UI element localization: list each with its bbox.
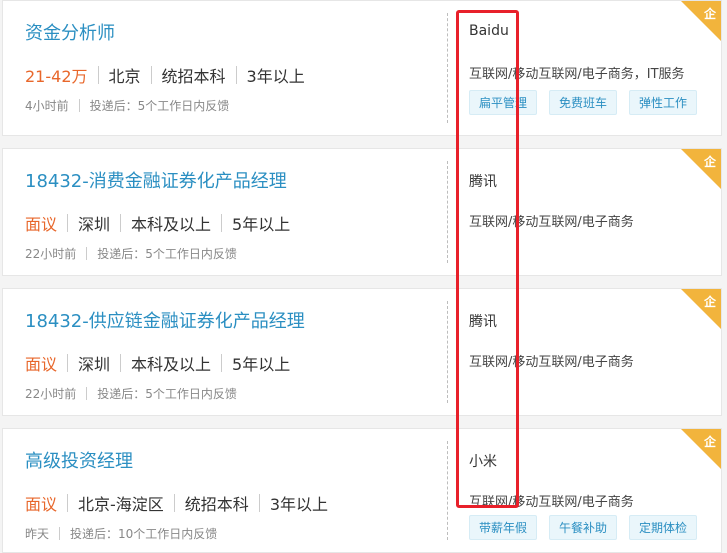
dashed-divider bbox=[447, 441, 448, 540]
benefit-tag: 弹性工作 bbox=[629, 90, 698, 115]
industry: 互联网/移动互联网/电子商务 bbox=[469, 215, 634, 230]
job-card[interactable]: 资金分析师 21-42万 北京 统招本科 3年以上 4小时前 投递后：5个工作日… bbox=[2, 0, 722, 136]
job-footer: 22小时前 投递后：5个工作日内反馈 bbox=[25, 385, 237, 402]
benefit-tag: 带薪年假 bbox=[469, 515, 538, 540]
city: 深圳 bbox=[78, 355, 111, 374]
posted-time: 22小时前 bbox=[25, 247, 77, 261]
education: 本科及以上 bbox=[131, 355, 212, 374]
meta-separator bbox=[150, 66, 152, 84]
enterprise-badge-label: 企 bbox=[703, 7, 716, 21]
enterprise-badge-label: 企 bbox=[703, 435, 716, 449]
job-title-link[interactable]: 18432-供应链金融证券化产品经理 bbox=[25, 307, 305, 333]
benefit-tags: 带薪年假 午餐补助 定期体检 bbox=[469, 515, 709, 540]
meta-separator bbox=[221, 214, 223, 232]
benefit-tag: 扁平管理 bbox=[469, 90, 538, 115]
meta-separator bbox=[97, 66, 99, 84]
benefit-tag: 定期体检 bbox=[629, 515, 698, 540]
job-card[interactable]: 18432-供应链金融证券化产品经理 面议 深圳 本科及以上 5年以上 22小时… bbox=[2, 288, 722, 416]
city: 北京 bbox=[108, 67, 141, 86]
benefit-tag: 午餐补助 bbox=[549, 515, 618, 540]
salary: 面议 bbox=[25, 355, 58, 374]
job-card[interactable]: 18432-消费金融证券化产品经理 面议 深圳 本科及以上 5年以上 22小时前… bbox=[2, 148, 722, 276]
meta-separator bbox=[67, 354, 69, 372]
industry: 互联网/移动互联网/电子商务 bbox=[469, 495, 634, 510]
education: 本科及以上 bbox=[131, 215, 212, 234]
benefit-tags: 扁平管理 免费班车 弹性工作 bbox=[469, 90, 709, 115]
industry: 互联网/移动互联网/电子商务 bbox=[469, 355, 634, 370]
meta-separator bbox=[173, 494, 175, 512]
feedback-note: 投递后：5个工作日内反馈 bbox=[89, 99, 230, 113]
meta-separator bbox=[67, 494, 69, 512]
job-meta: 面议 北京-海淀区 统招本科 3年以上 bbox=[25, 491, 328, 515]
experience: 5年以上 bbox=[232, 355, 291, 374]
company-name[interactable]: 腾讯 bbox=[469, 171, 497, 191]
city: 北京-海淀区 bbox=[78, 495, 164, 514]
meta-separator bbox=[258, 494, 260, 512]
job-meta: 面议 深圳 本科及以上 5年以上 bbox=[25, 351, 290, 375]
job-footer: 4小时前 投递后：5个工作日内反馈 bbox=[25, 97, 229, 114]
meta-separator bbox=[120, 354, 122, 372]
feedback-note: 投递后：10个工作日内反馈 bbox=[70, 527, 218, 541]
experience: 5年以上 bbox=[232, 215, 291, 234]
salary: 面议 bbox=[25, 495, 58, 514]
dashed-divider bbox=[447, 13, 448, 123]
salary: 面议 bbox=[25, 215, 58, 234]
feedback-note: 投递后：5个工作日内反馈 bbox=[97, 387, 237, 401]
job-footer: 22小时前 投递后：5个工作日内反馈 bbox=[25, 245, 237, 262]
posted-time: 22小时前 bbox=[25, 387, 77, 401]
meta-separator bbox=[67, 214, 69, 232]
footer-separator bbox=[86, 387, 88, 400]
meta-separator bbox=[120, 214, 122, 232]
experience: 3年以上 bbox=[269, 495, 328, 514]
meta-separator bbox=[221, 354, 223, 372]
feedback-note: 投递后：5个工作日内反馈 bbox=[97, 247, 237, 261]
benefit-tag: 免费班车 bbox=[549, 90, 618, 115]
job-info: 资金分析师 21-42万 北京 统招本科 3年以上 4小时前 投递后：5个工作日… bbox=[25, 1, 445, 135]
dashed-divider bbox=[447, 161, 448, 263]
job-meta: 21-42万 北京 统招本科 3年以上 bbox=[25, 63, 305, 87]
dashed-divider bbox=[447, 301, 448, 403]
posted-time: 昨天 bbox=[25, 527, 50, 541]
industry: 互联网/移动互联网/电子商务，IT服务 bbox=[469, 67, 685, 82]
enterprise-badge-label: 企 bbox=[703, 295, 716, 309]
company-name[interactable]: 腾讯 bbox=[469, 311, 497, 331]
enterprise-badge-label: 企 bbox=[703, 155, 716, 169]
job-footer: 昨天 投递后：10个工作日内反馈 bbox=[25, 525, 217, 542]
job-title-link[interactable]: 资金分析师 bbox=[25, 19, 115, 45]
company-name[interactable]: Baidu bbox=[469, 23, 509, 39]
job-info: 18432-供应链金融证券化产品经理 面议 深圳 本科及以上 5年以上 22小时… bbox=[25, 289, 445, 415]
job-card[interactable]: 高级投资经理 面议 北京-海淀区 统招本科 3年以上 昨天 投递后：10个工作日… bbox=[2, 428, 722, 553]
company-name[interactable]: 小米 bbox=[469, 451, 497, 471]
footer-separator bbox=[59, 527, 61, 540]
job-list: 资金分析师 21-42万 北京 统招本科 3年以上 4小时前 投递后：5个工作日… bbox=[0, 0, 727, 553]
footer-separator bbox=[78, 99, 80, 112]
education: 统招本科 bbox=[184, 495, 249, 514]
city: 深圳 bbox=[78, 215, 111, 234]
footer-separator bbox=[86, 247, 88, 260]
education: 统招本科 bbox=[161, 67, 226, 86]
job-info: 18432-消费金融证券化产品经理 面议 深圳 本科及以上 5年以上 22小时前… bbox=[25, 149, 445, 275]
job-info: 高级投资经理 面议 北京-海淀区 统招本科 3年以上 昨天 投递后：10个工作日… bbox=[25, 429, 445, 552]
job-title-link[interactable]: 18432-消费金融证券化产品经理 bbox=[25, 167, 287, 193]
meta-separator bbox=[235, 66, 237, 84]
posted-time: 4小时前 bbox=[25, 99, 69, 113]
job-title-link[interactable]: 高级投资经理 bbox=[25, 447, 133, 473]
job-meta: 面议 深圳 本科及以上 5年以上 bbox=[25, 211, 290, 235]
salary: 21-42万 bbox=[25, 67, 88, 86]
experience: 3年以上 bbox=[246, 67, 305, 86]
